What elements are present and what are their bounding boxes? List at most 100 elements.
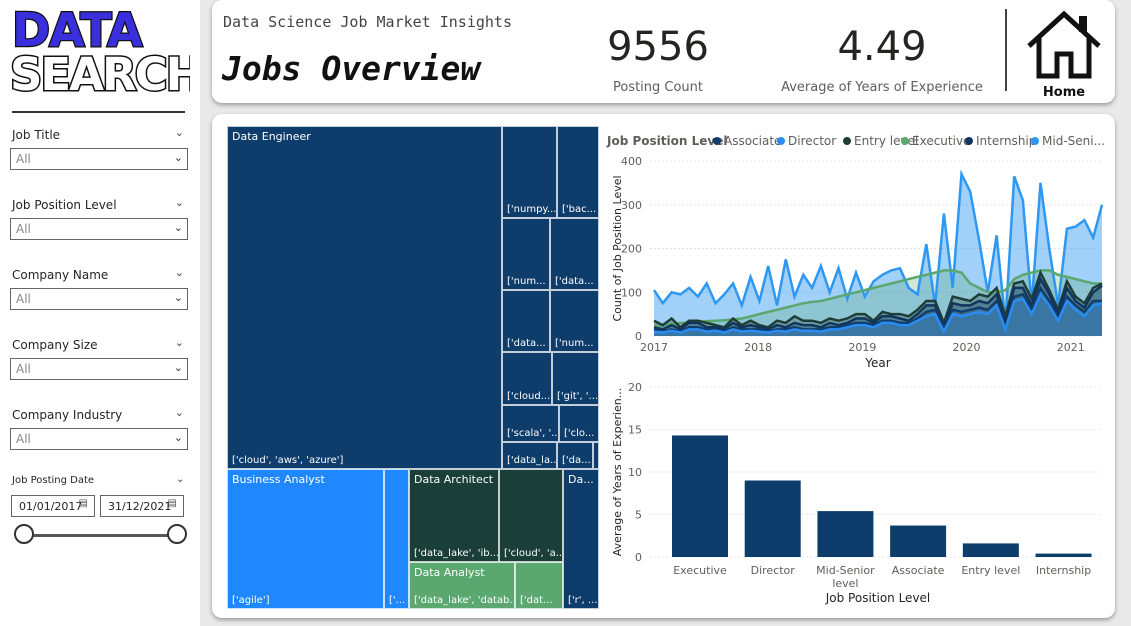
company-industry-dropdown[interactable]: All ⌄	[10, 428, 188, 450]
y-tick-label: 15	[628, 424, 642, 437]
treemap-tile[interactable]: ['bac...	[557, 126, 599, 218]
y-tick-label: 5	[635, 509, 642, 522]
legend-item[interactable]: Executive	[912, 134, 970, 148]
date-slider-end-handle[interactable]	[167, 524, 187, 544]
avg-experience-label: Average of Years of Experience	[781, 80, 983, 95]
tile-title: Data Analyst	[414, 566, 485, 579]
chevron-down-icon: ⌄	[173, 221, 183, 234]
skills-treemap: Data Engineer ['cloud', 'aws', 'azure'] […	[227, 126, 599, 609]
y-tick-label: 20	[628, 381, 642, 394]
treemap-tile[interactable]: ['cloud...	[502, 352, 552, 405]
treemap-tile[interactable]	[593, 442, 599, 469]
legend-marker	[965, 137, 973, 145]
start-date-input[interactable]: 01/01/2017 ▤	[11, 495, 95, 517]
calendar-icon[interactable]: ▤	[168, 498, 177, 509]
treemap-tile[interactable]: ['data...	[502, 290, 550, 352]
posting-count-value: 9556	[607, 24, 709, 70]
chevron-down-icon[interactable]: ⌄	[175, 336, 184, 349]
position-level-trend-chart: Job Position LevelAssociate Director Entry…	[606, 134, 1105, 370]
bar[interactable]	[890, 525, 947, 557]
treemap-tile[interactable]: ['...	[384, 469, 409, 609]
treemap-tile[interactable]: ['scala', '...	[502, 405, 559, 442]
x-tick-label: 2020	[953, 341, 981, 354]
calendar-icon[interactable]: ▤	[79, 498, 88, 509]
treemap-tile[interactable]: ['dat...	[515, 562, 563, 609]
bar[interactable]	[962, 543, 1019, 557]
y-tick-label: 100	[621, 286, 642, 299]
company-name-dropdown[interactable]: All ⌄	[10, 288, 188, 310]
legend-marker	[1031, 137, 1039, 145]
chevron-down-icon: ⌄	[173, 151, 183, 164]
tile-skills: ['cloud...	[507, 391, 551, 402]
treemap-tile[interactable]: ['git', '...	[552, 352, 599, 405]
header-divider	[1005, 9, 1007, 91]
treemap-tile[interactable]: ['data_la...	[502, 442, 557, 469]
end-date-value: 31/12/2021	[108, 500, 172, 513]
legend-item[interactable]: Mid-Seni...	[1042, 134, 1105, 148]
tile-skills: ['dat...	[520, 595, 553, 606]
tile-skills: ['data...	[555, 276, 594, 287]
tile-title: Da...	[568, 473, 594, 486]
tile-skills: ['data...	[507, 338, 546, 349]
chevron-down-icon[interactable]: ⌄	[175, 196, 184, 209]
tile-skills: ['data_lake', 'datab...	[414, 595, 515, 606]
chevron-down-icon: ⌄	[173, 291, 183, 304]
legend-marker	[843, 137, 851, 145]
legend-title: Job Position Level	[606, 134, 727, 148]
treemap-tile-business-analyst[interactable]: Business Analyst ['agile']	[227, 469, 384, 609]
tile-skills: ['da...	[562, 455, 591, 466]
company-name-label: Company Name	[12, 268, 109, 282]
end-date-input[interactable]: 31/12/2021 ▤	[100, 495, 184, 517]
header-card: Data Science Job Market Insights Jobs Ov…	[212, 0, 1115, 103]
legend-item[interactable]: Internship	[976, 134, 1036, 148]
home-button[interactable]: Home	[1023, 8, 1105, 100]
filter-sidebar: DATA SEARCH Job Title ⌄ All ⌄ Job Positi…	[0, 0, 205, 626]
logo-line2: SEARCH	[10, 48, 190, 98]
date-slider-start-handle[interactable]	[14, 524, 34, 544]
position-level-value: All	[16, 222, 31, 236]
experience-by-level-chart: 0 5 10 15 20 Executive Director Mid-Seniorlevel…	[611, 381, 1102, 605]
tile-skills: ['num...	[555, 338, 594, 349]
legend-item[interactable]: Director	[788, 134, 836, 148]
treemap-tile[interactable]: ['data...	[550, 218, 599, 290]
bar[interactable]	[744, 480, 801, 558]
treemap-tile[interactable]: ['numpy...	[502, 126, 557, 218]
x-tick-label: Executive	[673, 564, 727, 577]
treemap-tile[interactable]: ['num...	[502, 218, 550, 290]
position-level-dropdown[interactable]: All ⌄	[10, 218, 188, 240]
tile-skills: ['scala', '...	[507, 428, 559, 439]
legend-item[interactable]: Associate	[724, 134, 781, 148]
treemap-tile[interactable]: ['da...	[557, 442, 593, 469]
treemap-tile[interactable]: ['num...	[550, 290, 599, 352]
legend-marker	[777, 137, 785, 145]
treemap-tile-data-architect[interactable]: Data Architect ['data_lake', 'ib...	[409, 469, 499, 562]
treemap-tile-data-analyst[interactable]: Data Analyst ['data_lake', 'datab...	[409, 562, 515, 609]
position-level-slicer: Job Position Level ⌄ All ⌄	[10, 196, 188, 240]
company-name-value: All	[16, 292, 31, 306]
treemap-tile-data-engineer[interactable]: Data Engineer ['cloud', 'aws', 'azure']	[227, 126, 502, 469]
tile-skills: ['data_lake', 'ib...	[414, 548, 499, 559]
treemap-tile[interactable]: ['cloud', 'a...	[499, 469, 563, 562]
job-title-dropdown[interactable]: All ⌄	[10, 148, 188, 170]
x-tick-label: level	[832, 577, 858, 590]
tile-skills: ['r', ...	[568, 595, 598, 606]
x-tick-label: 2019	[848, 341, 876, 354]
chevron-down-icon[interactable]: ⌄	[176, 474, 184, 485]
tile-skills: ['numpy...	[507, 204, 557, 215]
treemap-tile-data-other[interactable]: Da... ['r', ...	[563, 469, 599, 609]
legend-marker	[901, 137, 909, 145]
chevron-down-icon[interactable]: ⌄	[175, 126, 184, 139]
tile-title: Data Architect	[414, 473, 494, 486]
company-size-slicer: Company Size ⌄ All ⌄	[10, 336, 188, 380]
x-tick-label: Internship	[1036, 564, 1091, 577]
bar[interactable]	[1035, 553, 1092, 557]
tile-skills: ['bac...	[562, 204, 597, 215]
chevron-down-icon[interactable]: ⌄	[175, 266, 184, 279]
bar[interactable]	[817, 511, 874, 557]
company-size-dropdown[interactable]: All ⌄	[10, 358, 188, 380]
bar[interactable]	[672, 435, 728, 557]
date-range-slider-track[interactable]	[24, 534, 178, 537]
chevron-down-icon[interactable]: ⌄	[175, 406, 184, 419]
treemap-tile[interactable]: ['clo...	[559, 405, 599, 442]
start-date-value: 01/01/2017	[19, 500, 83, 513]
